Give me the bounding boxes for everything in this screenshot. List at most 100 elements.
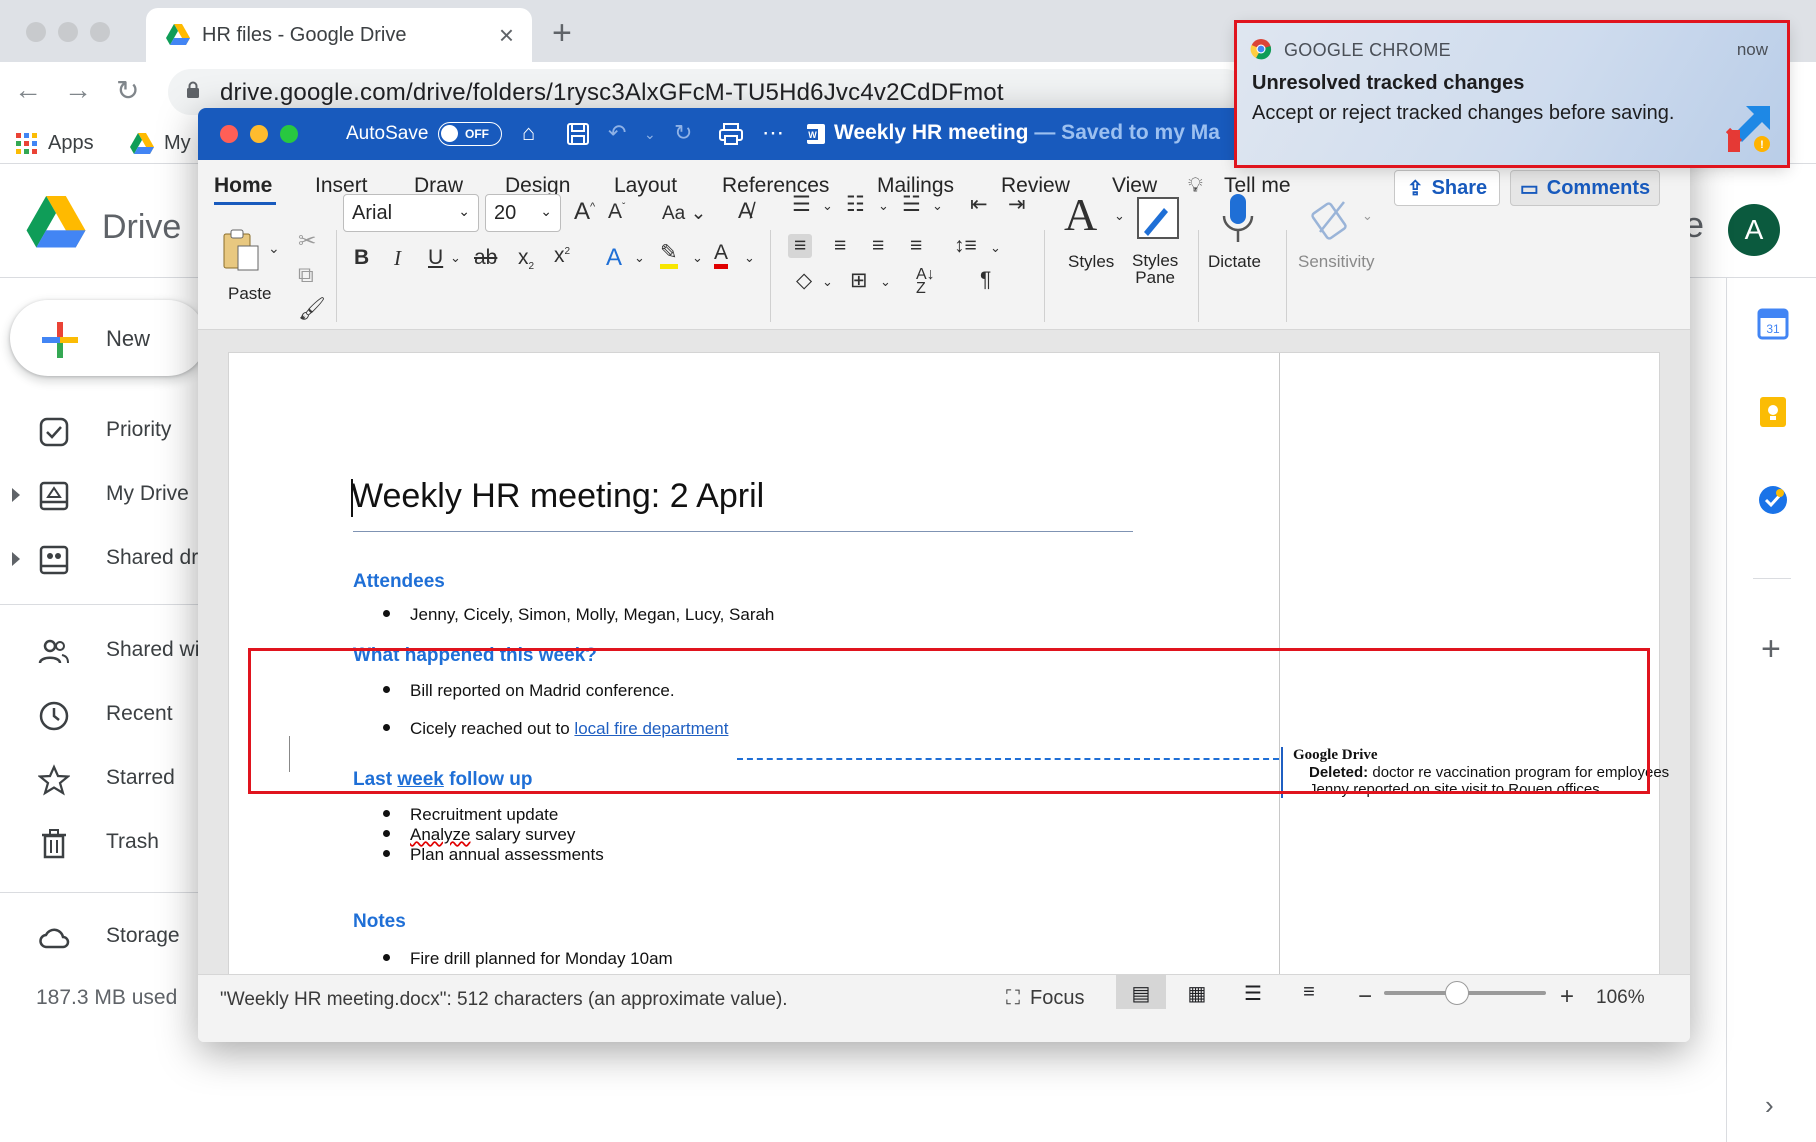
bullets-dropdown-icon[interactable]: ⌄ bbox=[822, 198, 833, 214]
sort-icon[interactable]: A↓ Z bbox=[916, 267, 935, 297]
comments-button[interactable]: ▭ Comments bbox=[1510, 170, 1660, 206]
align-left-button[interactable]: ≡ bbox=[788, 234, 813, 258]
numbering-icon[interactable]: ☷ bbox=[846, 192, 865, 217]
sensitivity-icon[interactable] bbox=[1310, 192, 1356, 242]
text-effects-dropdown-icon[interactable]: ⌄ bbox=[634, 250, 645, 266]
borders-dropdown-icon[interactable]: ⌄ bbox=[880, 274, 891, 290]
expand-caret-icon[interactable] bbox=[12, 552, 20, 566]
focus-mode-button[interactable]: ⛶ Focus bbox=[1006, 987, 1084, 1010]
word-close-button[interactable] bbox=[220, 125, 238, 143]
word-zoom-button[interactable] bbox=[280, 125, 298, 143]
nav-item-recent[interactable]: Recent bbox=[0, 686, 220, 742]
font-color-icon[interactable]: A bbox=[714, 242, 729, 269]
close-window-button[interactable] bbox=[26, 22, 46, 42]
heading-attendees[interactable]: Attendees bbox=[353, 571, 445, 593]
new-tab-button[interactable]: + bbox=[552, 14, 572, 53]
list-item[interactable]: Recruitment update bbox=[383, 805, 558, 825]
print-icon[interactable] bbox=[718, 122, 744, 146]
justify-button[interactable]: ≡ bbox=[910, 234, 922, 258]
grow-font-icon[interactable]: A^ bbox=[574, 198, 595, 226]
draft-view-button[interactable]: ≡ bbox=[1284, 975, 1334, 1009]
word-count-status[interactable]: "Weekly HR meeting.docx": 512 characters… bbox=[220, 989, 788, 1011]
underline-dropdown-icon[interactable]: ⌄ bbox=[450, 250, 461, 266]
save-icon[interactable] bbox=[566, 122, 590, 146]
reload-icon[interactable]: ↻ bbox=[116, 74, 139, 107]
browser-tab-active[interactable]: HR files - Google Drive × bbox=[146, 8, 532, 62]
highlight-dropdown-icon[interactable]: ⌄ bbox=[692, 250, 703, 266]
autosave-toggle[interactable]: OFF bbox=[438, 122, 502, 146]
home-icon[interactable]: ⌂ bbox=[522, 120, 535, 146]
multilevel-dropdown-icon[interactable]: ⌄ bbox=[932, 198, 943, 214]
line-spacing-dropdown-icon[interactable]: ⌄ bbox=[990, 240, 1001, 256]
align-right-button[interactable]: ≡ bbox=[872, 234, 884, 258]
more-commands-icon[interactable]: ⋯ bbox=[762, 120, 784, 146]
paste-icon[interactable] bbox=[222, 228, 262, 272]
shading-dropdown-icon[interactable]: ⌄ bbox=[822, 274, 833, 290]
text-effects-icon[interactable]: A bbox=[606, 244, 622, 272]
list-item[interactable]: Jenny, Cicely, Simon, Molly, Megan, Lucy… bbox=[383, 605, 774, 625]
font-size-select[interactable]: 20 ⌄ bbox=[485, 194, 561, 232]
change-case-icon[interactable]: Aa ⌄ bbox=[662, 202, 706, 225]
align-center-button[interactable]: ≡ bbox=[834, 234, 846, 258]
nav-item-priority[interactable]: Priority bbox=[0, 402, 220, 458]
misspelled-word[interactable]: Analyze bbox=[410, 825, 470, 844]
word-minimize-button[interactable] bbox=[250, 125, 268, 143]
bold-button[interactable]: B bbox=[354, 246, 369, 270]
print-layout-view-button[interactable]: ▤ bbox=[1116, 975, 1166, 1009]
format-painter-icon[interactable]: 🖌︎ bbox=[298, 296, 326, 322]
microphone-icon[interactable] bbox=[1220, 192, 1256, 246]
subscript-button[interactable]: x2 bbox=[518, 246, 534, 272]
sensitivity-dropdown-icon[interactable]: ⌄ bbox=[1362, 208, 1373, 224]
nav-item-starred[interactable]: Starred bbox=[0, 750, 220, 806]
chevron-right-icon[interactable]: › bbox=[1765, 1090, 1774, 1121]
copy-icon[interactable]: ⧉ bbox=[298, 262, 314, 288]
borders-icon[interactable]: ⊞ bbox=[850, 268, 868, 293]
font-color-dropdown-icon[interactable]: ⌄ bbox=[744, 250, 755, 266]
expand-caret-icon[interactable] bbox=[12, 488, 20, 502]
tab-home[interactable]: Home bbox=[214, 174, 272, 198]
keep-icon[interactable] bbox=[1757, 396, 1789, 428]
undo-icon[interactable]: ↶ bbox=[608, 120, 626, 146]
paste-dropdown-icon[interactable]: ⌄ bbox=[268, 240, 280, 257]
decrease-indent-icon[interactable]: ⇤ bbox=[970, 192, 988, 217]
zoom-window-button[interactable] bbox=[90, 22, 110, 42]
zoom-out-icon[interactable]: − bbox=[1358, 983, 1372, 1011]
highlight-icon[interactable]: ✎ bbox=[660, 242, 678, 269]
web-layout-view-button[interactable]: ▦ bbox=[1172, 975, 1222, 1009]
bullets-icon[interactable]: ☰ bbox=[792, 192, 811, 217]
show-formatting-icon[interactable]: ¶ bbox=[980, 268, 991, 292]
tab-references[interactable]: References bbox=[722, 174, 829, 198]
zoom-slider-knob[interactable] bbox=[1444, 981, 1469, 1005]
numbering-dropdown-icon[interactable]: ⌄ bbox=[878, 198, 889, 214]
nav-item-shared-drives[interactable]: Shared dr bbox=[0, 530, 220, 586]
share-button[interactable]: ⇪ Share bbox=[1394, 170, 1500, 206]
minimize-window-button[interactable] bbox=[58, 22, 78, 42]
heading-notes[interactable]: Notes bbox=[353, 911, 406, 933]
forward-arrow-icon[interactable]: → bbox=[64, 74, 92, 106]
multilevel-list-icon[interactable]: ☱ bbox=[902, 192, 921, 217]
clear-formatting-icon[interactable]: A̸ bbox=[738, 198, 753, 224]
nav-item-my-drive[interactable]: My Drive bbox=[0, 466, 220, 522]
shading-icon[interactable]: ◇ bbox=[796, 268, 812, 293]
font-name-select[interactable]: Arial ⌄ bbox=[343, 194, 479, 232]
undo-dropdown-icon[interactable]: ⌄ bbox=[644, 126, 656, 143]
outline-view-button[interactable]: ☰ bbox=[1228, 975, 1278, 1009]
bookmark-my-drive[interactable]: My bbox=[130, 132, 191, 155]
back-arrow-icon[interactable]: ← bbox=[14, 74, 42, 106]
nav-item-trash[interactable]: Trash bbox=[0, 814, 220, 870]
nav-item-storage[interactable]: Storage bbox=[0, 908, 220, 964]
superscript-button[interactable]: x2 bbox=[554, 244, 570, 268]
drive-logo-icon[interactable] bbox=[26, 196, 86, 250]
doc-heading-title[interactable]: Weekly HR meeting: 2 April bbox=[351, 477, 764, 516]
styles-icon[interactable]: A bbox=[1064, 188, 1097, 241]
close-tab-icon[interactable]: × bbox=[499, 20, 514, 51]
add-icon[interactable]: + bbox=[1761, 630, 1781, 669]
calendar-icon[interactable]: 31 bbox=[1757, 308, 1789, 340]
shrink-font-icon[interactable]: Aˇ bbox=[608, 200, 625, 224]
zoom-in-icon[interactable]: + bbox=[1560, 983, 1574, 1011]
italic-button[interactable]: I bbox=[394, 246, 401, 271]
line-spacing-icon[interactable]: ↕≡ bbox=[954, 234, 977, 258]
account-avatar[interactable]: A bbox=[1728, 204, 1780, 256]
redo-icon[interactable]: ↻ bbox=[674, 120, 692, 146]
list-item[interactable]: Analyze salary survey bbox=[383, 825, 575, 845]
